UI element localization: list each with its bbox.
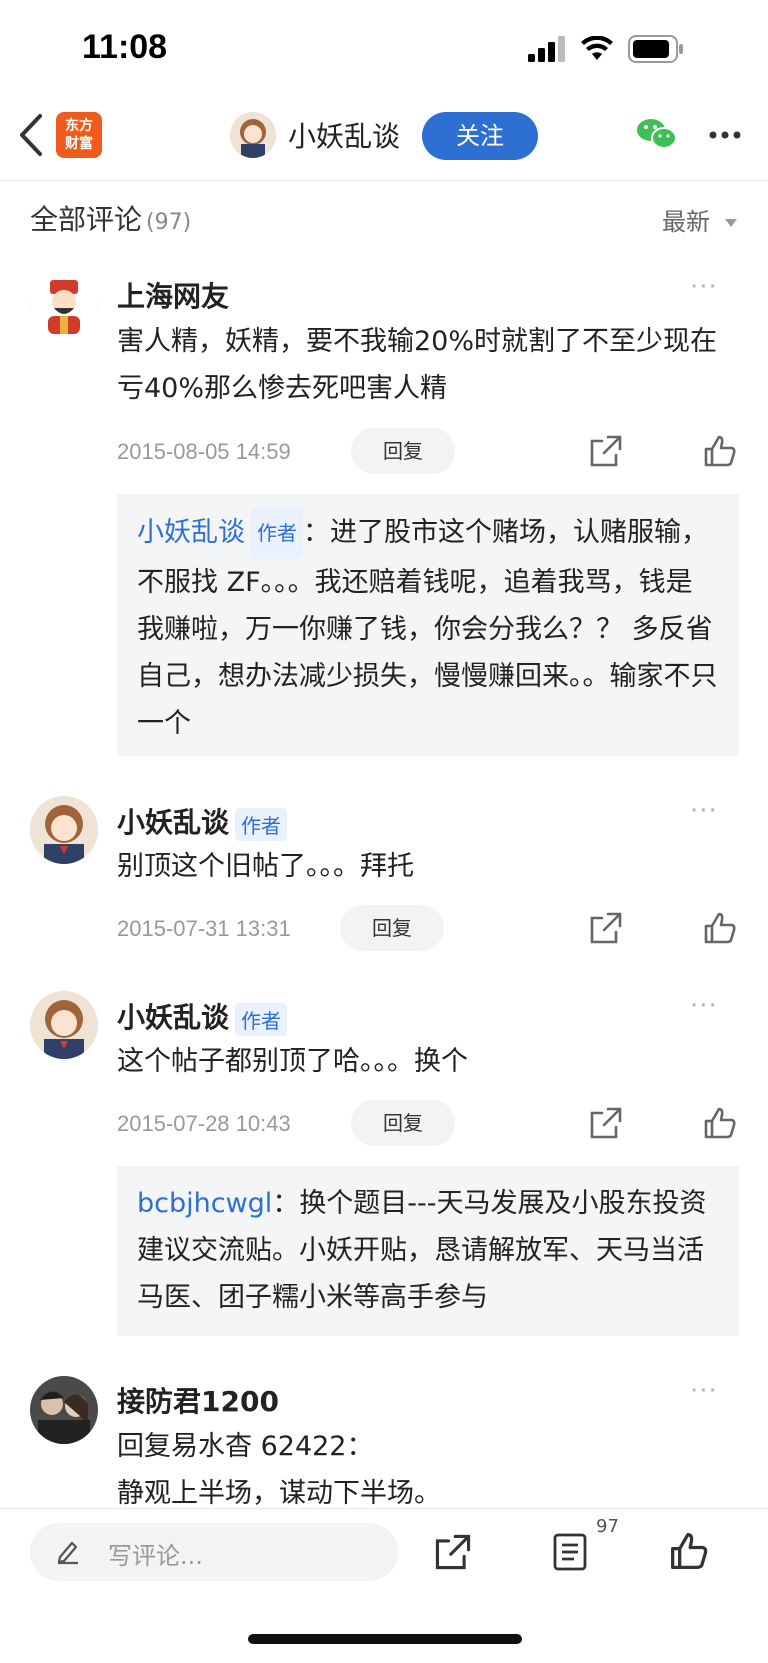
share-icon[interactable] — [588, 433, 624, 469]
like-icon[interactable] — [668, 1530, 710, 1572]
god-of-wealth-avatar-icon — [30, 272, 98, 340]
comment-text: 这个帖子都别顶了哈。。。换个 — [117, 1046, 468, 1077]
quote-username[interactable]: bcbjhcwgl — [137, 1188, 272, 1219]
quoted-reply: 小妖乱谈 作者 ：进了股市这个赌场，认赌服输，不服找 ZF。。。我还赔着钱呢，追着我… — [117, 494, 739, 756]
follow-button[interactable]: 关注 — [422, 112, 538, 160]
avatar[interactable] — [30, 1376, 98, 1444]
comment-username[interactable]: 小妖乱谈 作者 — [117, 996, 288, 1036]
comment-count-badge: 97 — [596, 1516, 619, 1537]
status-time: 11:08 — [82, 28, 168, 66]
author-avatar[interactable] — [230, 112, 276, 158]
reply-button[interactable]: 回复 — [340, 905, 444, 951]
author-badge: 作者 — [235, 1002, 288, 1036]
like-icon[interactable] — [702, 910, 738, 946]
signal-icon — [528, 36, 565, 62]
avatar[interactable] — [30, 991, 98, 1059]
pencil-icon — [57, 1541, 78, 1565]
comment-text: 害人精，妖精，要不我输20%时就割了不至少现在亏40%那么惨去死吧害人精 — [117, 326, 718, 404]
app-logo: 东方 财富 — [56, 112, 102, 158]
header-divider — [0, 180, 768, 181]
cartoon-avatar-icon — [30, 796, 98, 864]
cartoon-avatar-icon — [230, 112, 276, 158]
comment-text-line: 静观上半场，谋动下半场。 — [117, 1478, 441, 1508]
wifi-icon — [581, 36, 613, 60]
share-icon[interactable] — [588, 1105, 624, 1141]
reply-button[interactable]: 回复 — [351, 1100, 455, 1146]
comment-more-button[interactable]: ··· — [690, 796, 718, 826]
cartoon-avatar-icon — [30, 991, 98, 1059]
comments-list-icon[interactable] — [552, 1532, 590, 1572]
quote-username[interactable]: 小妖乱谈 — [137, 517, 245, 548]
comment-more-button[interactable]: ··· — [690, 1376, 718, 1406]
avatar[interactable] — [30, 796, 98, 864]
comment-more-button[interactable]: ··· — [690, 272, 718, 302]
comment-text-line: 回复易水杳 62422： — [117, 1431, 374, 1462]
more-menu-icon[interactable] — [708, 130, 742, 140]
comment-date: 2015-07-31 13:31 — [117, 916, 291, 941]
comment-more-button[interactable]: ··· — [690, 991, 718, 1021]
reply-button[interactable]: 回复 — [351, 428, 455, 474]
photo-avatar-icon — [30, 1376, 98, 1444]
comment-username[interactable]: 接防君1200 — [117, 1380, 279, 1420]
page-title: 小妖乱谈 — [288, 120, 401, 153]
avatar[interactable] — [30, 272, 98, 340]
author-badge: 作者 — [235, 807, 288, 841]
bottom-divider — [0, 1508, 768, 1509]
home-indicator[interactable] — [248, 1634, 522, 1644]
comment-input-placeholder[interactable]: 写评论... — [108, 1536, 203, 1571]
comment-username[interactable]: 小妖乱谈 作者 — [117, 801, 288, 841]
like-icon[interactable] — [702, 1105, 738, 1141]
sort-dropdown[interactable]: 最新 — [662, 202, 738, 237]
comment-date: 2015-07-28 10:43 — [117, 1111, 291, 1136]
like-icon[interactable] — [702, 433, 738, 469]
share-icon[interactable] — [588, 910, 624, 946]
comment-input[interactable] — [30, 1523, 398, 1581]
quoted-reply: bcbjhcwgl：换个题目---天马发展及小股东投资建议交流贴。小妖开贴，恳请… — [117, 1166, 739, 1336]
comment-username[interactable]: 上海网友 — [117, 275, 229, 315]
caret-down-icon — [724, 219, 737, 227]
comment-count: (97) — [146, 210, 192, 235]
comment-text: 别顶这个旧帖了。。。拜托 — [117, 851, 414, 882]
battery-icon — [628, 35, 683, 63]
author-badge: 作者 — [251, 508, 303, 559]
comment-date: 2015-08-05 14:59 — [117, 439, 291, 464]
wechat-icon[interactable] — [636, 116, 678, 152]
section-title: 全部评论 (97) — [30, 203, 192, 236]
back-arrow-icon[interactable] — [18, 112, 44, 158]
quote-text: 进了股市这个赌场，认赌服输，不服找 ZF。。。我还赔着钱呢，追着我骂，钱是我赚啦… — [137, 517, 718, 739]
share-icon[interactable] — [433, 1532, 473, 1572]
